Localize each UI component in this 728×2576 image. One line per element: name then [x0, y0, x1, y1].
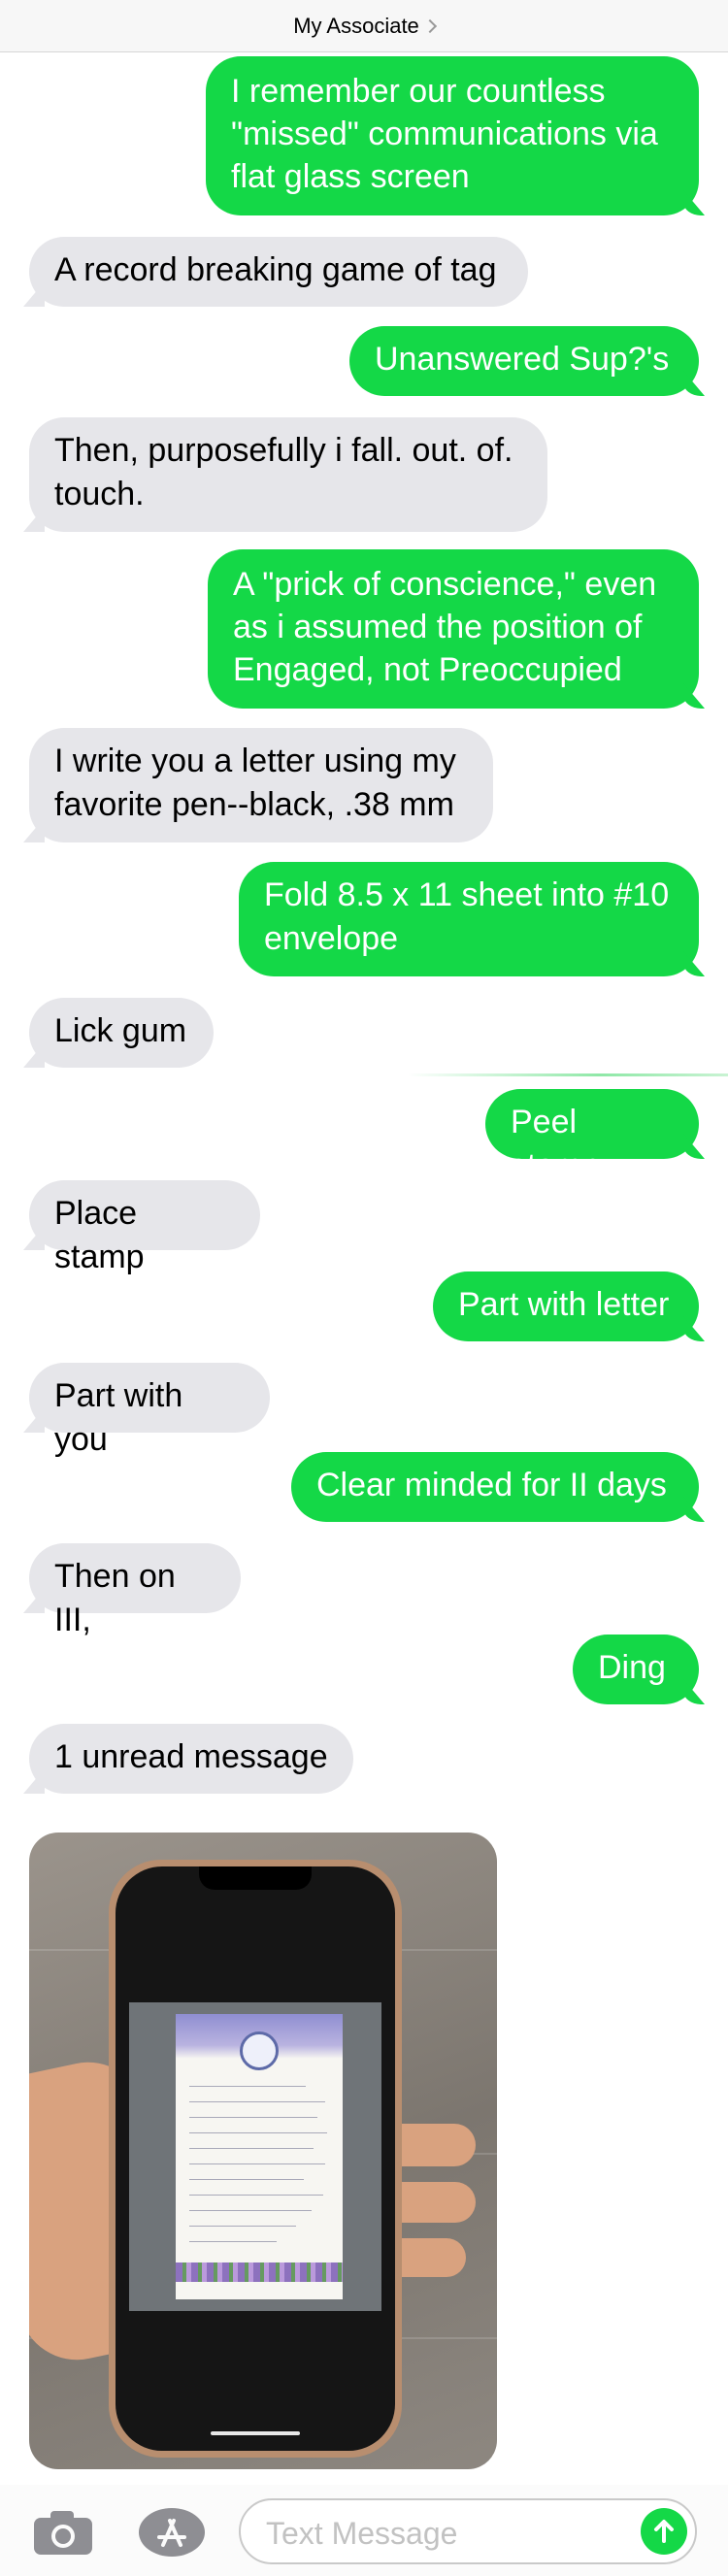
message-bubble-outgoing[interactable]: Peel stamp	[485, 1089, 699, 1184]
message-bubble-outgoing[interactable]: Ding	[573, 1635, 699, 1704]
handwriting-line	[189, 2132, 327, 2133]
message-input[interactable]: Text Message	[239, 2498, 697, 2564]
letter-emblem	[240, 2031, 279, 2070]
conversation-header[interactable]: My Associate	[0, 0, 728, 52]
handwriting-line	[189, 2148, 314, 2149]
message-bubble-incoming[interactable]: Lick gum	[29, 998, 214, 1068]
handwriting-line	[189, 2117, 317, 2118]
handwritten-letter	[176, 2014, 343, 2299]
message-bubble-incoming[interactable]: Part with you	[29, 1363, 270, 1458]
photo-of-letter	[129, 2002, 381, 2311]
handwriting-line	[189, 2179, 304, 2180]
message-bubble-outgoing[interactable]: Fold 8.5 x 11 sheet into #10 envelope	[239, 862, 699, 976]
handwriting-line	[189, 2226, 296, 2227]
message-bubble-outgoing[interactable]: Unanswered Sup?'s	[349, 326, 699, 396]
app-store-icon[interactable]	[136, 2506, 208, 2559]
phone-in-photo	[109, 1860, 402, 2458]
message-bubble-incoming[interactable]: Then, purposefully i fall. out. of. touc…	[29, 417, 547, 532]
handwriting-line	[189, 2195, 323, 2196]
message-bubble-outgoing[interactable]: Clear minded for II days	[291, 1452, 699, 1522]
message-bubble-incoming[interactable]: I write you a letter using my favorite p…	[29, 728, 493, 842]
arrow-up-icon	[654, 2520, 674, 2543]
message-bubble-incoming[interactable]: 1 unread message	[29, 1724, 353, 1794]
handwriting-line	[189, 2241, 277, 2242]
letter-flower-border	[176, 2262, 343, 2282]
handwriting-line	[189, 2210, 312, 2211]
handwriting-line	[189, 2163, 325, 2164]
message-bubble-incoming[interactable]: A record breaking game of tag	[29, 237, 528, 307]
phone-notch	[199, 1866, 312, 1890]
handwriting-line	[189, 2086, 306, 2087]
message-bubble-incoming[interactable]: Place stamp	[29, 1180, 260, 1275]
home-indicator	[211, 2431, 300, 2435]
message-bubble-outgoing[interactable]: Part with letter	[433, 1271, 699, 1341]
divider-line	[408, 1073, 728, 1076]
send-button[interactable]	[641, 2508, 687, 2555]
message-bubble-incoming[interactable]: Then on III,	[29, 1543, 241, 1638]
camera-icon[interactable]	[31, 2506, 95, 2559]
photo-attachment[interactable]	[29, 1833, 497, 2469]
contact-name[interactable]: My Associate	[293, 14, 419, 39]
handwriting-line	[189, 2101, 325, 2102]
message-bubble-outgoing[interactable]: I remember our countless "missed" commun…	[206, 56, 699, 215]
message-input-placeholder: Text Message	[266, 2516, 458, 2551]
chevron-right-icon[interactable]	[422, 18, 437, 33]
phone-screen	[116, 1866, 395, 2451]
message-bubble-outgoing[interactable]: A "prick of conscience," even as i assum…	[208, 549, 699, 709]
compose-bar: Text Message	[0, 2485, 728, 2576]
